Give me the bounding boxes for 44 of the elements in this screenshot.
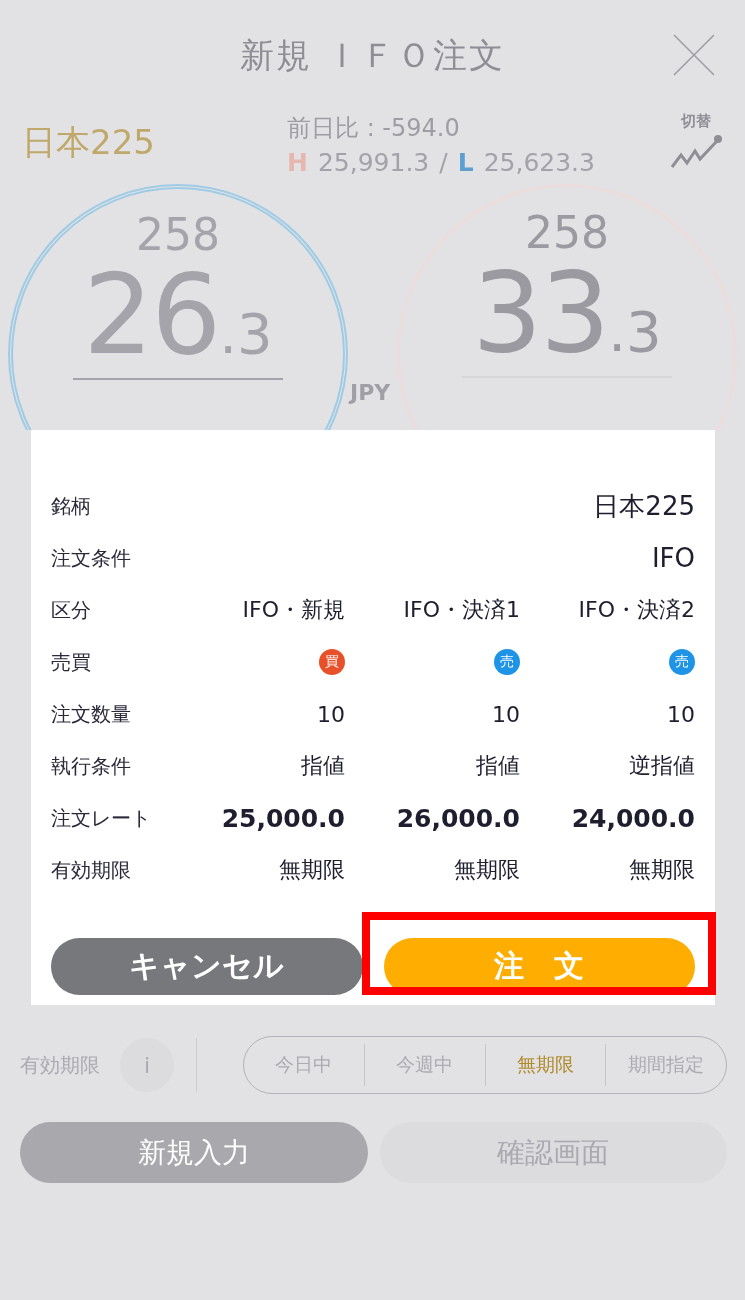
row-label: 注文数量 [51, 700, 132, 728]
row-label: 有効期限 [51, 856, 132, 884]
change-text: 前日比 : -594.0 [287, 113, 461, 144]
rate-value: 24,000.0 [570, 802, 695, 835]
row-value: 無期限 [453, 856, 520, 884]
price-minor: .3 [608, 299, 662, 364]
row-value: IFO・決済2 [577, 596, 695, 624]
expiry-option[interactable]: 無期限 [484, 1044, 606, 1086]
expiry-label: 有効期限 [20, 1051, 100, 1079]
rate-value: 26,000.0 [395, 802, 520, 835]
side-badge: 売 [494, 649, 520, 675]
close-icon[interactable] [673, 34, 715, 76]
row-value: IFO・新規 [241, 596, 345, 624]
row-label: 注文レート [51, 804, 152, 832]
screen-title: 新規 ＩＦＯ注文 [240, 34, 505, 77]
high-value: 25,991.3 [317, 148, 430, 177]
currency-label: JPY [350, 380, 391, 405]
row-value: 無期限 [278, 856, 345, 884]
side-badge: 売 [669, 649, 695, 675]
row-value: 10 [316, 700, 345, 729]
row-label: 注文条件 [51, 544, 132, 572]
row-value: 日本225 [592, 489, 695, 523]
low-label: L [457, 148, 474, 177]
price-minor: .3 [219, 301, 273, 366]
rate-value: 25,000.0 [220, 802, 345, 835]
row-value: 無期限 [628, 856, 695, 884]
row-label: 区分 [51, 596, 92, 624]
row-value: 指値 [300, 752, 345, 780]
row-value: 10 [491, 700, 520, 729]
low-value: 25,623.3 [483, 148, 595, 177]
row-label: 銘柄 [51, 492, 92, 520]
switch-label[interactable]: 切替 [681, 112, 711, 131]
row-value: 指値 [475, 752, 520, 780]
separator: / [439, 148, 448, 177]
row-label: 売買 [51, 648, 92, 676]
row-value: 逆指値 [628, 752, 695, 780]
action-button[interactable]: 新規入力 [20, 1122, 368, 1183]
side-badge: 買 [319, 649, 345, 675]
row-value: IFO・決済1 [402, 596, 520, 624]
cancel-button[interactable]: キャンセル [51, 938, 363, 995]
symbol-name: 日本225 [22, 121, 156, 164]
row-value: IFO [650, 542, 695, 575]
row-value: 10 [666, 700, 695, 729]
row-label: 執行条件 [51, 752, 132, 780]
